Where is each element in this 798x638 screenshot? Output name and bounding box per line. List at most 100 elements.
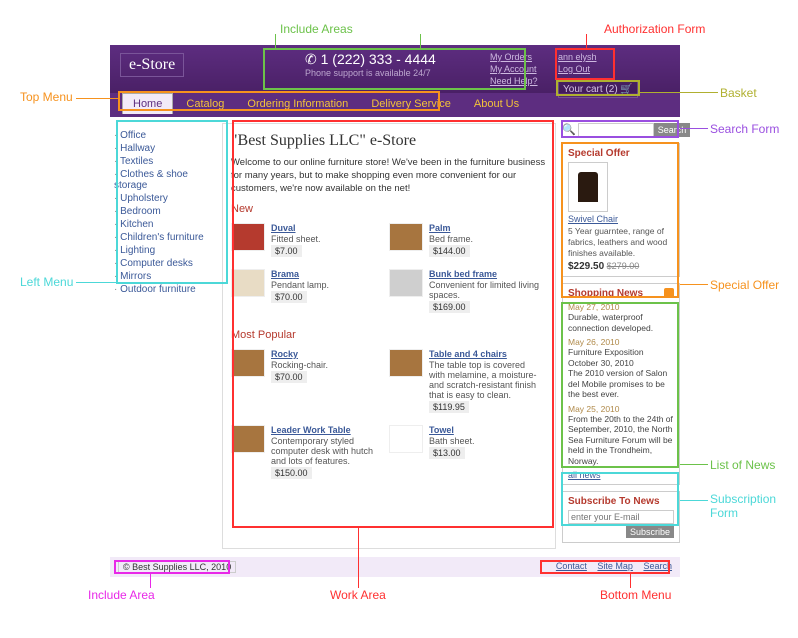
- label-special-offer: Special Offer: [710, 278, 779, 292]
- news-date: May 27, 2010: [568, 302, 674, 312]
- product-price: $13.00: [429, 447, 465, 459]
- product-thumb: [389, 223, 423, 251]
- phone-number: 1 (222) 333 - 4444: [321, 51, 436, 67]
- subscribe-button[interactable]: Subscribe: [626, 526, 674, 538]
- phone-subtitle: Phone support is available 24/7: [305, 68, 436, 78]
- page-title: "Best Supplies LLC" e-Store: [231, 132, 547, 150]
- left-menu-item[interactable]: Outdoor furniture: [114, 283, 218, 296]
- label-top-menu: Top Menu: [20, 90, 73, 104]
- product-price: $169.00: [429, 301, 470, 313]
- right-column: 🔍 Search Special Offer Swivel Chair 5 Ye…: [562, 123, 680, 549]
- rss-icon[interactable]: [664, 288, 674, 298]
- logo: e-Store: [120, 53, 184, 77]
- footer-sitemap[interactable]: Site Map: [597, 561, 633, 571]
- search-input[interactable]: [578, 123, 654, 137]
- label-include-area: Include Area: [88, 588, 155, 602]
- username-link[interactable]: ann elysh: [558, 51, 597, 63]
- product-thumb: [231, 349, 265, 377]
- left-menu-item[interactable]: Mirrors: [114, 270, 218, 283]
- label-search-form: Search Form: [710, 122, 779, 136]
- menu-home[interactable]: Home: [122, 93, 173, 114]
- product-thumb: [231, 269, 265, 297]
- menu-ordering[interactable]: Ordering Information: [237, 94, 358, 114]
- product-desc: Bath sheet.: [429, 436, 475, 446]
- conn-sub: [680, 500, 708, 501]
- left-menu-item[interactable]: Hallway: [114, 142, 218, 155]
- left-menu-item[interactable]: Children's furniture: [114, 231, 218, 244]
- left-menu-item[interactable]: Kitchen: [114, 218, 218, 231]
- product-name[interactable]: Towel: [429, 425, 475, 435]
- product-card: Table and 4 chairsThe table top is cover…: [389, 345, 547, 421]
- special-offer-panel: Special Offer Swivel Chair 5 Year guarnt…: [562, 143, 680, 277]
- menu-about[interactable]: About Us: [464, 94, 529, 114]
- phone-block: ✆ 1 (222) 333 - 4444 Phone support is av…: [305, 51, 436, 78]
- news-panel: Shopping News May 27, 2010Durable, water…: [562, 283, 680, 485]
- news-date: May 26, 2010: [568, 337, 674, 347]
- conn-inc1: [275, 34, 276, 48]
- search-button[interactable]: Search: [654, 123, 691, 137]
- product-desc: Rocking-chair.: [271, 360, 328, 370]
- label-left-menu: Left Menu: [20, 275, 73, 289]
- left-menu-item[interactable]: Computer desks: [114, 257, 218, 270]
- cart-widget[interactable]: Your cart (2) 🛒: [558, 81, 638, 98]
- subscribe-panel: Subscribe To News Subscribe: [562, 491, 680, 543]
- logout-link[interactable]: Log Out: [558, 63, 597, 75]
- product-card: TowelBath sheet.$13.00: [389, 421, 547, 487]
- product-card: PalmBed frame.$144.00: [389, 219, 547, 265]
- left-menu-item[interactable]: Office: [114, 129, 218, 142]
- popular-heading: Most Popular: [231, 329, 547, 341]
- label-bottom-menu: Bottom Menu: [600, 588, 671, 602]
- product-price: $70.00: [271, 371, 307, 383]
- all-news-link[interactable]: all news: [568, 470, 601, 480]
- product-name[interactable]: Bunk bed frame: [429, 269, 541, 279]
- left-menu-item[interactable]: Bedroom: [114, 205, 218, 218]
- conn-offer: [680, 284, 708, 285]
- product-thumb: [231, 425, 265, 453]
- conn-leftmenu: [76, 282, 116, 283]
- left-menu-item[interactable]: Clothes & shoe storage: [114, 168, 218, 192]
- offer-name[interactable]: Swivel Chair: [568, 214, 674, 224]
- product-card: DuvalFitted sheet.$7.00: [231, 219, 389, 265]
- auth-links: ann elysh Log Out: [558, 51, 597, 75]
- user-links: My Orders My Account Need Help?: [490, 51, 538, 87]
- my-orders-link[interactable]: My Orders: [490, 51, 538, 63]
- product-name[interactable]: Leader Work Table: [271, 425, 383, 435]
- conn-news: [680, 464, 708, 465]
- label-auth-form: Authorization Form: [604, 22, 705, 36]
- product-thumb: [389, 349, 423, 377]
- menu-delivery[interactable]: Delivery Service: [361, 94, 460, 114]
- my-account-link[interactable]: My Account: [490, 63, 538, 75]
- product-card: BramaPendant lamp.$70.00: [231, 265, 389, 321]
- conn-search: [680, 128, 708, 129]
- menu-catalog[interactable]: Catalog: [176, 94, 234, 114]
- footer-links: Contact Site Map Search: [548, 561, 672, 573]
- conn-bottom: [630, 574, 631, 588]
- news-title: Shopping News: [568, 288, 674, 299]
- footer-contact[interactable]: Contact: [556, 561, 587, 571]
- left-menu-item[interactable]: Upholstery: [114, 192, 218, 205]
- product-desc: Convenient for limited living spaces.: [429, 280, 541, 300]
- left-menu-item[interactable]: Lighting: [114, 244, 218, 257]
- product-name[interactable]: Table and 4 chairs: [429, 349, 541, 359]
- news-body: Durable, waterproof connection developed…: [568, 312, 674, 333]
- product-name[interactable]: Palm: [429, 223, 473, 233]
- label-include-areas: Include Areas: [280, 22, 353, 36]
- product-price: $7.00: [271, 245, 302, 257]
- conn-topmenu: [76, 98, 118, 99]
- label-subscription: SubscriptionForm: [710, 492, 776, 520]
- product-thumb: [231, 223, 265, 251]
- left-menu-item[interactable]: Textiles: [114, 155, 218, 168]
- product-card: Bunk bed frameConvenient for limited liv…: [389, 265, 547, 321]
- conn-inc2: [420, 34, 421, 48]
- offer-thumb: [568, 162, 608, 212]
- product-name[interactable]: Rocky: [271, 349, 328, 359]
- product-card: Leader Work TableContemporary styled com…: [231, 421, 389, 487]
- product-name[interactable]: Duval: [271, 223, 321, 233]
- label-work-area: Work Area: [330, 588, 386, 602]
- news-body: From the 20th to the 24th of September, …: [568, 414, 674, 467]
- need-help-link[interactable]: Need Help?: [490, 75, 538, 87]
- copyright: © Best Supplies LLC, 2010: [118, 561, 236, 573]
- footer-search[interactable]: Search: [643, 561, 672, 571]
- subscribe-input[interactable]: [568, 510, 674, 524]
- product-name[interactable]: Brama: [271, 269, 329, 279]
